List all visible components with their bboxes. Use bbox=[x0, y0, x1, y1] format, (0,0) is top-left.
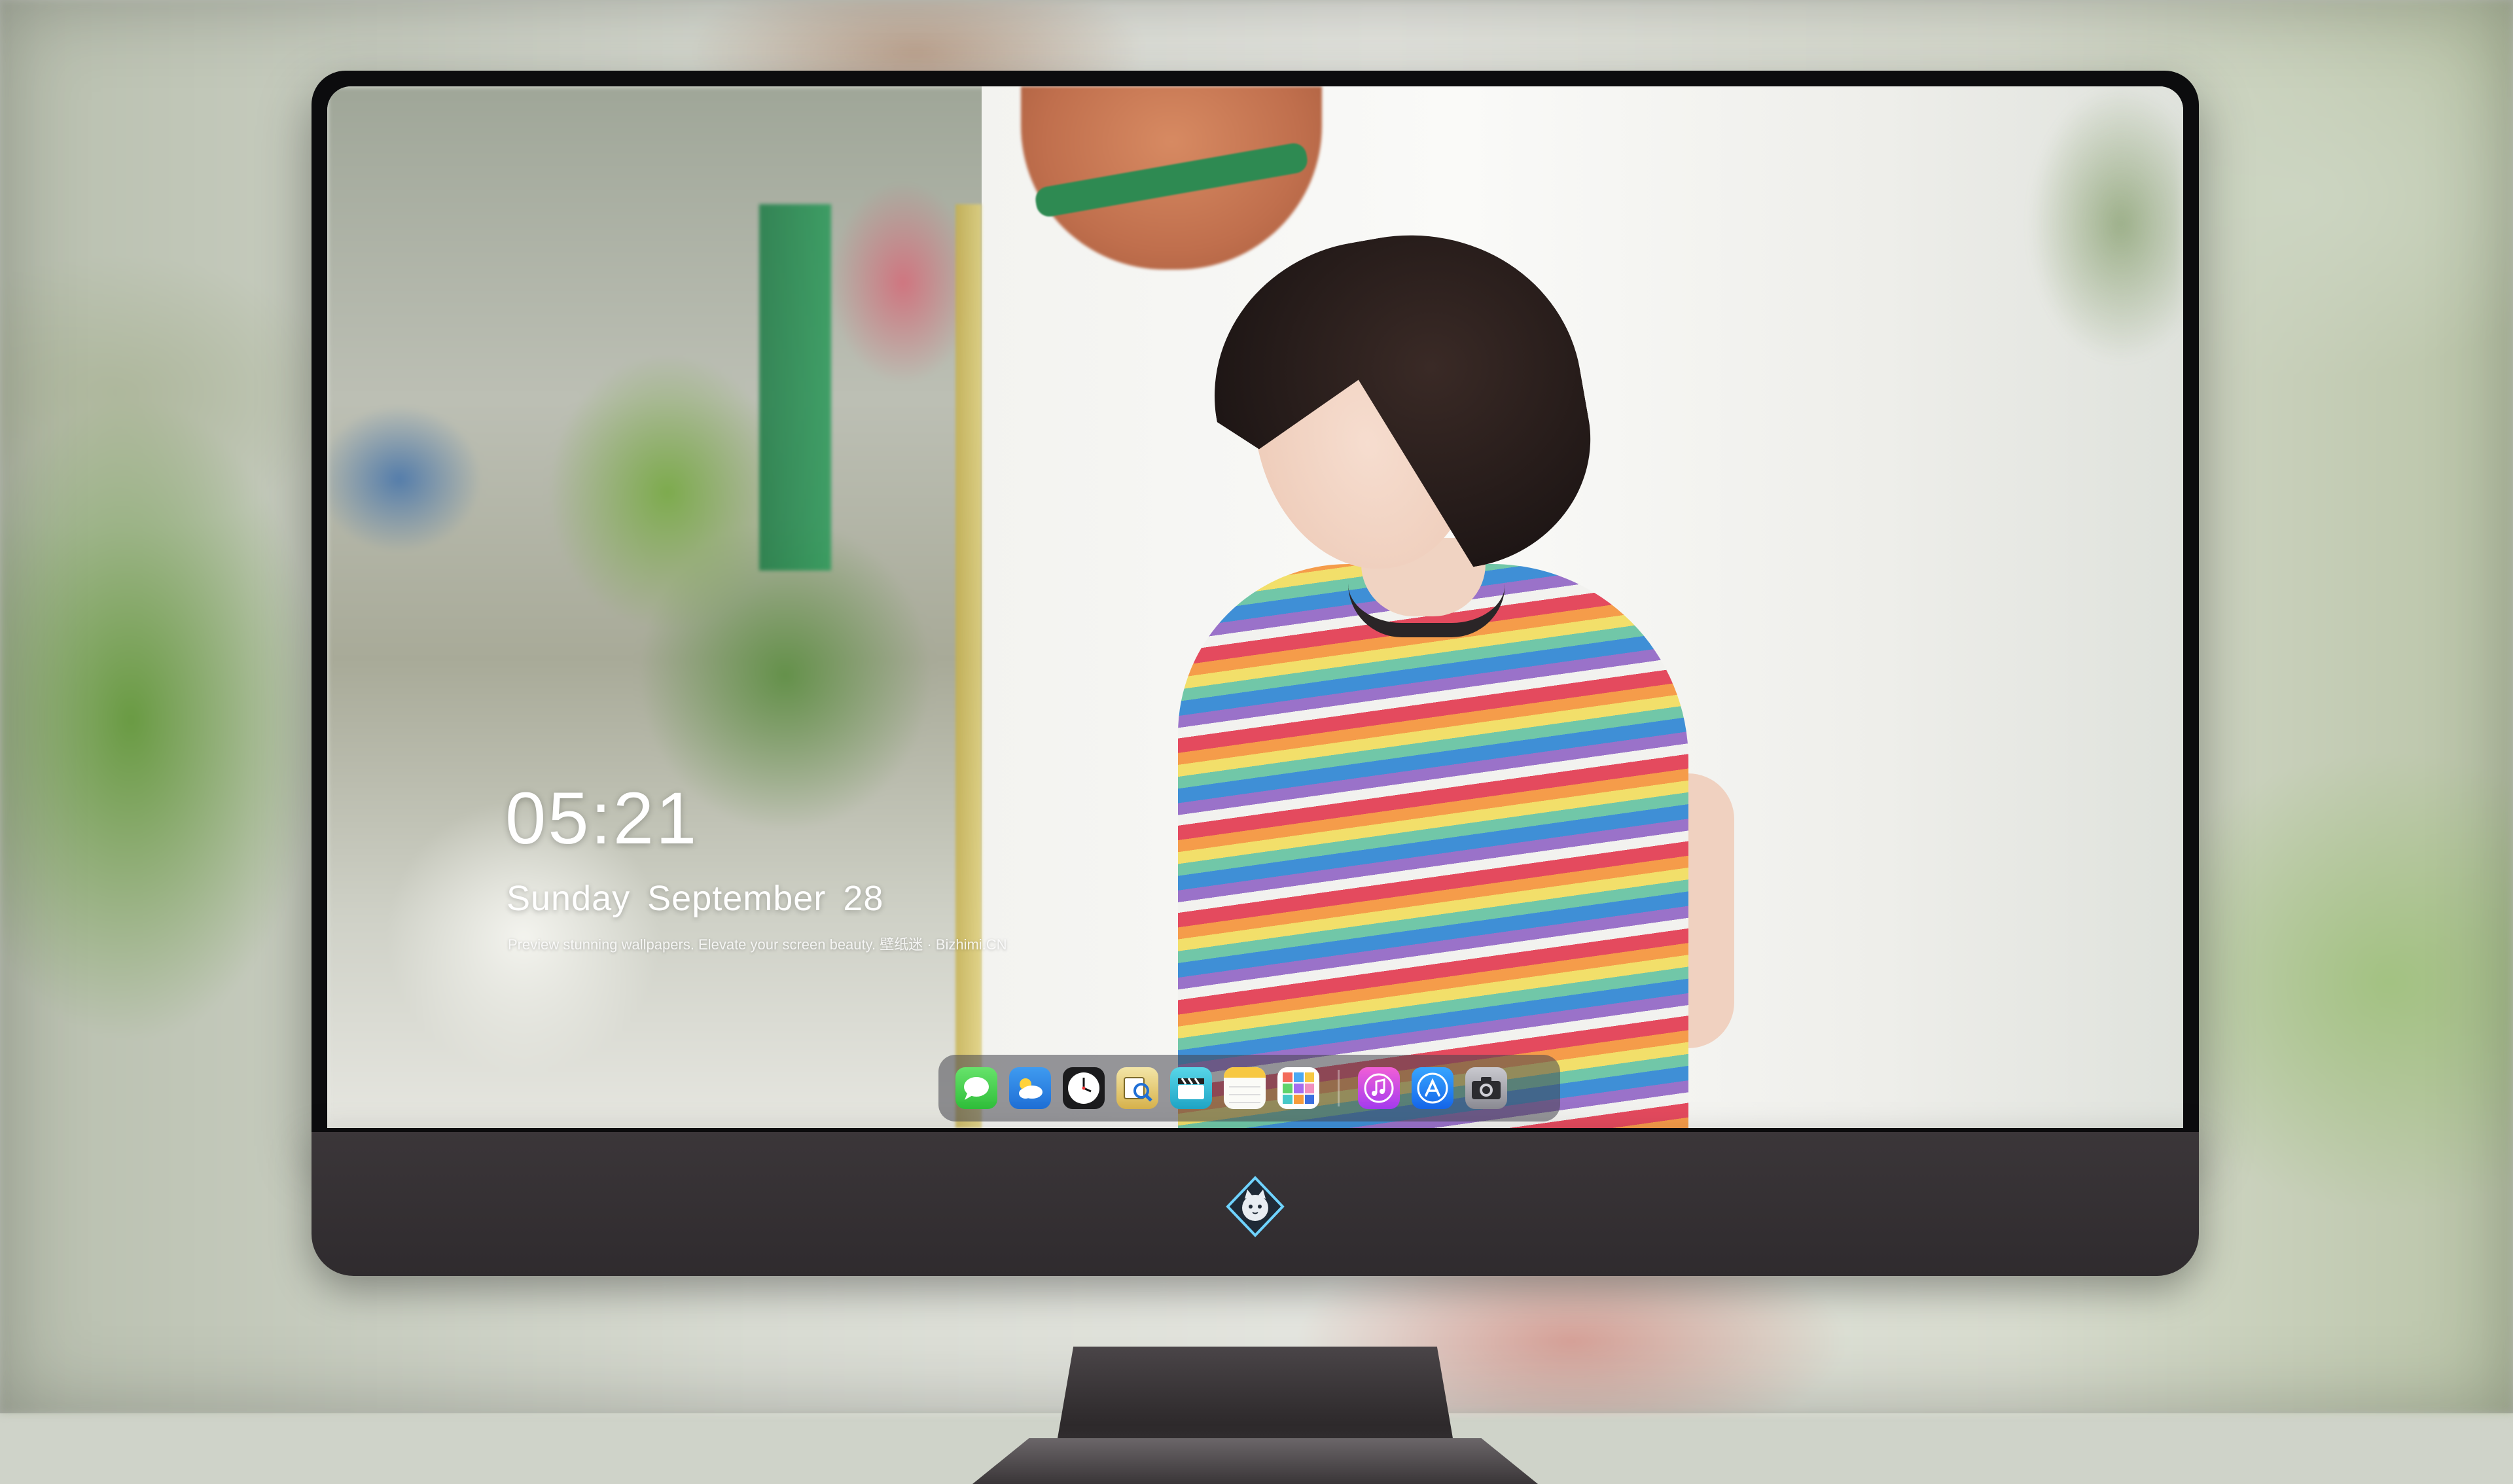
wallpaper-green-post bbox=[759, 204, 831, 571]
lockscreen-weekday: Sunday bbox=[507, 879, 631, 918]
preview-icon[interactable] bbox=[1116, 1067, 1158, 1109]
photos-grid-icon[interactable] bbox=[1277, 1067, 1319, 1109]
wallpaper bbox=[327, 86, 2183, 1128]
app-store-icon[interactable] bbox=[1412, 1067, 1453, 1109]
desktop-monitor: 05:21 Sunday September 28 Preview stunning… bbox=[312, 71, 2199, 1484]
monitor-stand-foot bbox=[972, 1438, 1538, 1484]
dock-separator bbox=[1338, 1070, 1340, 1106]
lockscreen-month: September bbox=[647, 879, 827, 918]
wallpaper-leaves bbox=[1872, 86, 2183, 544]
weather-icon[interactable] bbox=[1009, 1067, 1051, 1109]
lockscreen-day: 28 bbox=[843, 879, 884, 918]
cat-mascot-logo bbox=[1226, 1176, 1285, 1237]
notes-icon[interactable] bbox=[1224, 1067, 1266, 1109]
music-note-icon[interactable] bbox=[1358, 1067, 1400, 1109]
lockscreen-time: 05:21 bbox=[505, 777, 699, 859]
camera-icon[interactable] bbox=[1465, 1067, 1507, 1109]
wallpaper-yellow-post bbox=[955, 204, 982, 1128]
clapperboard-icon[interactable] bbox=[1170, 1067, 1212, 1109]
monitor-screen: 05:21 Sunday September 28 Preview stunning… bbox=[327, 86, 2183, 1128]
lockscreen-date: Sunday September 28 bbox=[507, 878, 900, 919]
clock-icon[interactable] bbox=[1063, 1067, 1105, 1109]
monitor-bezel: 05:21 Sunday September 28 Preview stunning… bbox=[312, 71, 2199, 1144]
dock bbox=[938, 1055, 1560, 1122]
messages-icon[interactable] bbox=[955, 1067, 997, 1109]
wallpaper-striped-shirt bbox=[1178, 564, 1688, 1128]
lockscreen-tagline: Preview stunning wallpapers. Elevate you… bbox=[508, 936, 1007, 953]
